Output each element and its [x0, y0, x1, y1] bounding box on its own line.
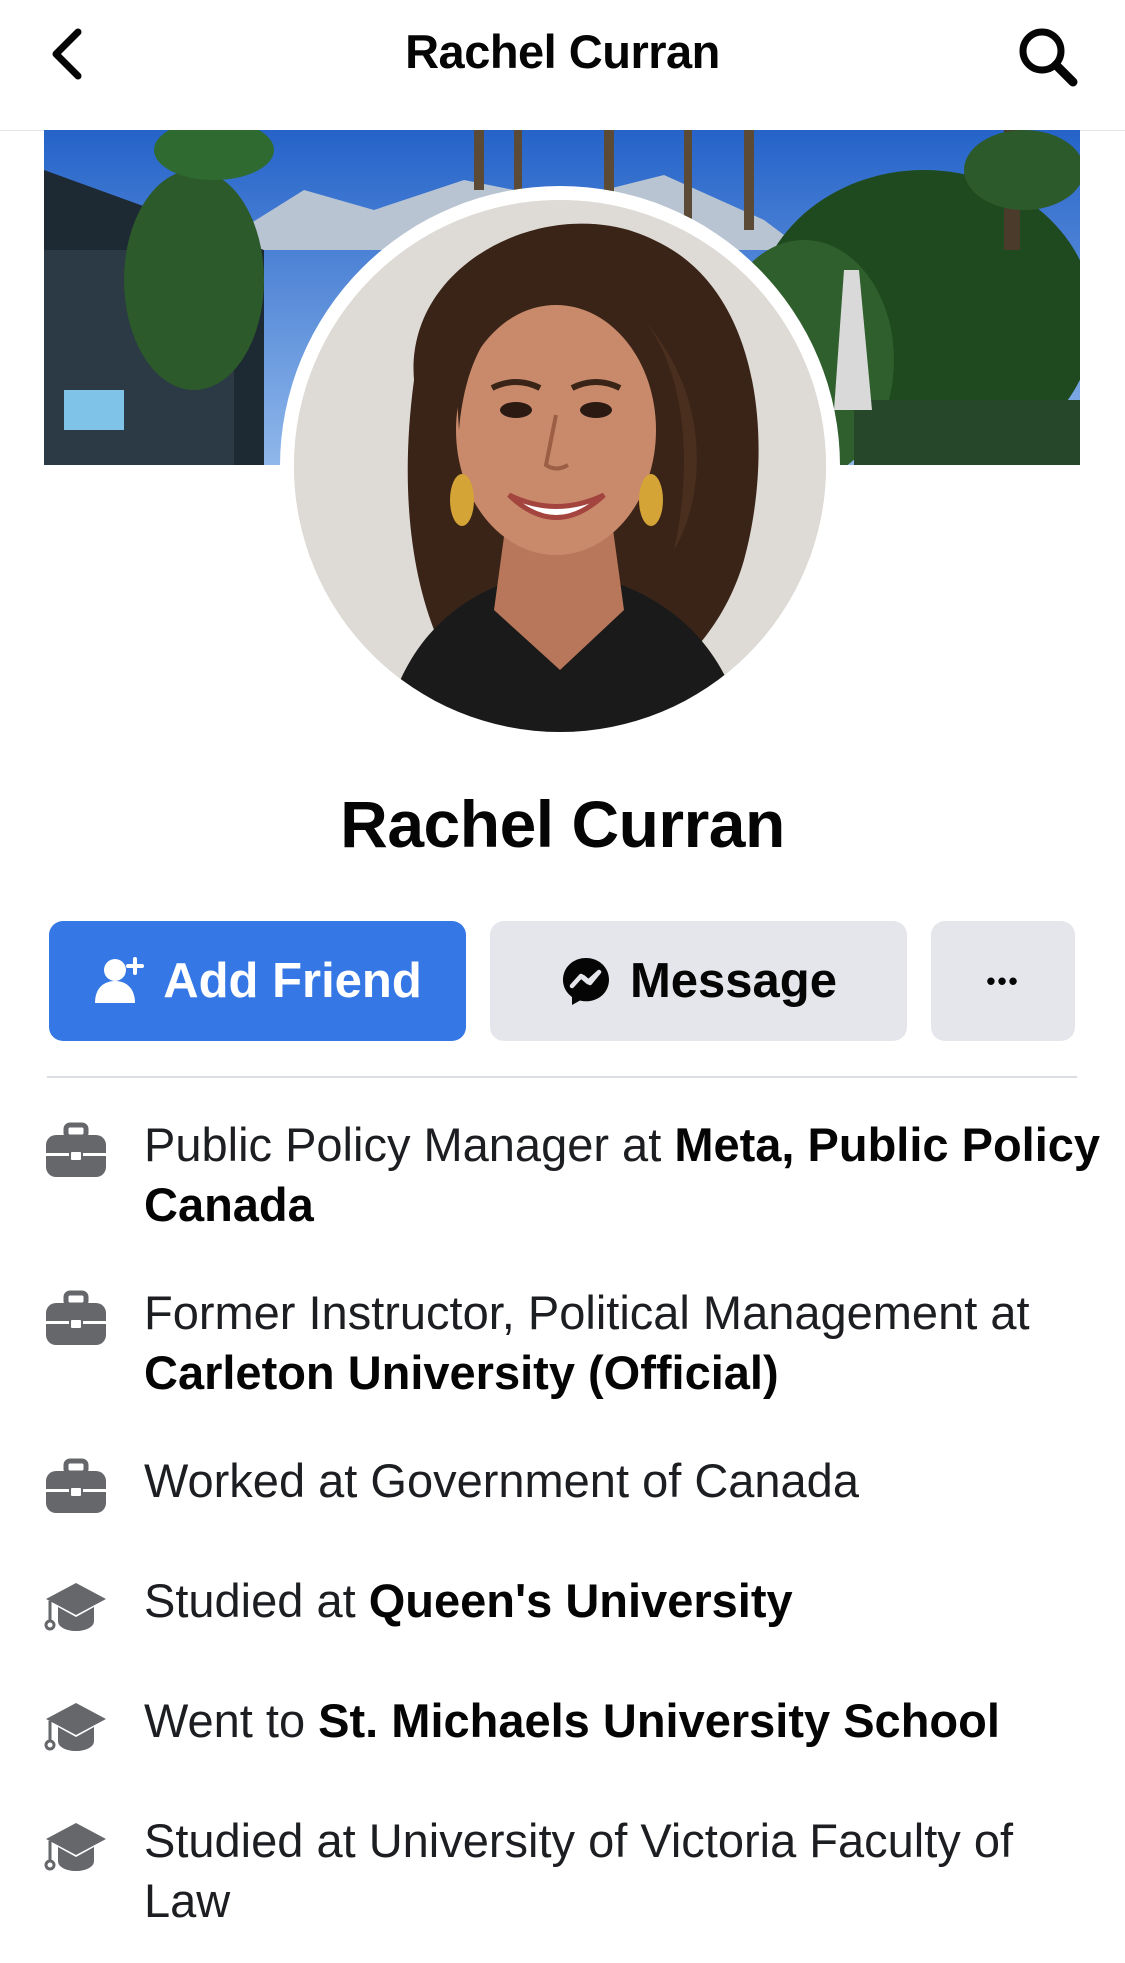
section-divider: [47, 1076, 1077, 1078]
graduation-cap-icon: [44, 1703, 106, 1751]
profile-photo: [294, 200, 826, 732]
message-label: Message: [629, 954, 837, 1008]
profile-picture-ring: [280, 186, 840, 746]
briefcase-icon: [46, 1458, 106, 1513]
info-text: Former Instructor, Political Management …: [144, 1283, 1104, 1403]
info-text: Worked at Government of Canada: [144, 1451, 1104, 1511]
add-person-icon: [93, 955, 145, 1007]
info-prefix: Studied at University of Victoria Facult…: [144, 1814, 1014, 1927]
info-text: Studied at University of Victoria Facult…: [144, 1811, 1104, 1931]
add-friend-button[interactable]: Add Friend: [49, 921, 466, 1041]
more-dots-icon: •••: [986, 965, 1020, 996]
search-icon: [1019, 28, 1078, 87]
graduation-cap-icon: [44, 1823, 106, 1871]
info-text: Public Policy Manager at Meta, Public Po…: [144, 1115, 1104, 1235]
info-prefix: Public Policy Manager at: [144, 1118, 675, 1171]
search-button[interactable]: [1015, 24, 1081, 90]
page-title: Rachel Curran: [405, 25, 720, 78]
profile-name: Rachel Curran: [340, 787, 785, 861]
info-prefix: Worked at Government of Canada: [144, 1454, 859, 1507]
info-prefix: Went to: [144, 1694, 319, 1747]
more-options-button[interactable]: •••: [931, 921, 1075, 1041]
info-link[interactable]: Queen's University: [369, 1574, 793, 1627]
briefcase-icon: [46, 1290, 106, 1345]
graduation-cap-icon: [44, 1583, 106, 1631]
info-prefix: Former Instructor, Political Management …: [144, 1286, 1030, 1339]
briefcase-icon: [46, 1122, 106, 1177]
message-button[interactable]: Message: [490, 921, 907, 1041]
info-text: Went to St. Michaels University School: [144, 1691, 1104, 1751]
info-link[interactable]: Carleton University (Official): [144, 1346, 779, 1399]
avatar[interactable]: [294, 200, 826, 732]
info-text: Studied at Queen's University: [144, 1571, 1104, 1631]
info-link[interactable]: St. Michaels University School: [318, 1694, 1000, 1747]
add-friend-label: Add Friend: [163, 954, 422, 1008]
messenger-icon: [560, 955, 612, 1007]
info-prefix: Studied at: [144, 1574, 369, 1627]
top-navigation-bar: Rachel Curran: [0, 0, 1125, 131]
